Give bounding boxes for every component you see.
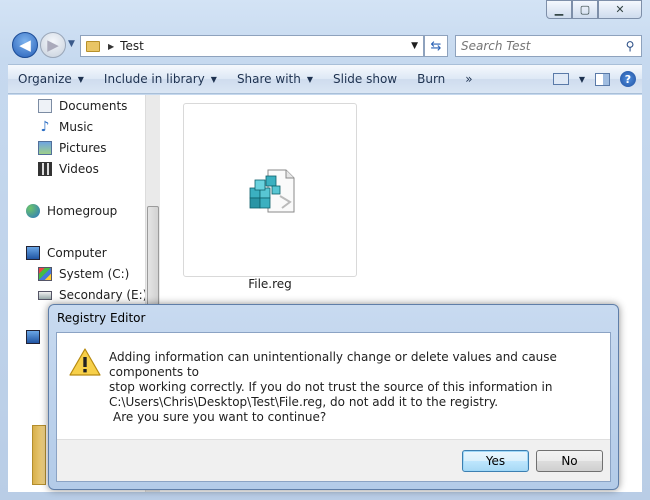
share-with-label: Share with xyxy=(236,72,301,86)
dialog-body: Adding information can unintentionally c… xyxy=(56,332,611,482)
organize-button[interactable]: Organize ▼ xyxy=(8,65,94,93)
dialog-title: Registry Editor xyxy=(57,311,146,325)
nav-item-network[interactable] xyxy=(26,327,47,347)
change-view-icon[interactable] xyxy=(552,73,569,85)
slide-show-label: Slide show xyxy=(333,72,398,86)
help-icon[interactable]: ? xyxy=(620,71,636,87)
search-box: ⚲ xyxy=(455,35,642,57)
command-bar: Organize ▼ Include in library ▼ Share with… xyxy=(8,64,642,94)
more-commands-button[interactable]: » xyxy=(455,65,482,93)
slide-show-button[interactable]: Slide show xyxy=(323,65,407,93)
preview-pane-icon[interactable] xyxy=(595,72,610,86)
folder-icon xyxy=(32,425,46,485)
search-icon[interactable]: ⚲ xyxy=(619,39,641,53)
forward-arrow-icon: ▶ xyxy=(47,36,59,54)
folder-icon xyxy=(86,40,100,52)
burn-button[interactable]: Burn xyxy=(407,65,455,93)
address-dropdown-icon[interactable]: ▼ xyxy=(411,41,418,51)
nav-item-label: System (C:) xyxy=(59,267,130,281)
window-caption-buttons: ▁ ▢ ✕ xyxy=(546,0,642,20)
nav-item-label: Computer xyxy=(47,246,107,260)
address-path[interactable]: Test xyxy=(120,39,144,53)
drive-icon xyxy=(38,290,52,300)
recent-pages-dropdown[interactable]: ▼ xyxy=(68,39,75,49)
nav-item-label: Homegroup xyxy=(47,204,118,218)
nav-item-videos[interactable]: Videos xyxy=(38,159,99,179)
close-button[interactable]: ✕ xyxy=(598,0,642,19)
nav-item-label: Pictures xyxy=(59,141,107,155)
nav-item-label: Documents xyxy=(59,99,128,113)
no-button[interactable]: No xyxy=(536,450,603,472)
refresh-button[interactable]: ⇆ xyxy=(424,35,448,57)
nav-item-secondary-drive[interactable]: Secondary (E:) xyxy=(38,285,147,305)
nav-item-documents[interactable]: Documents xyxy=(38,96,127,116)
warning-icon xyxy=(69,348,101,376)
windows-drive-icon xyxy=(38,267,52,281)
organize-label: Organize xyxy=(18,72,72,86)
nav-item-pictures[interactable]: Pictures xyxy=(38,138,107,158)
include-in-library-button[interactable]: Include in library ▼ xyxy=(94,65,227,93)
homegroup-icon xyxy=(26,204,40,218)
nav-item-label: Music xyxy=(59,120,94,134)
search-input[interactable] xyxy=(461,39,619,53)
back-arrow-icon: ◀ xyxy=(19,36,31,54)
warning-message-line: C:\Users\Chris\Desktop\Test\File.reg, do… xyxy=(109,395,499,409)
computer-icon xyxy=(26,246,40,260)
scrollbar-thumb[interactable] xyxy=(147,206,159,306)
nav-item-system-drive[interactable]: System (C:) xyxy=(38,264,129,284)
warning-message: Adding information can unintentionally c… xyxy=(109,350,579,410)
forward-button[interactable]: ▶ xyxy=(40,32,66,58)
documents-icon xyxy=(38,99,52,113)
network-icon xyxy=(26,330,40,344)
confirm-question: Are you sure you want to continue? xyxy=(113,410,327,424)
file-name-label[interactable]: File.reg xyxy=(183,277,357,291)
view-options-dropdown-icon[interactable]: ▼ xyxy=(579,75,585,84)
dialog-button-strip: Yes No xyxy=(57,439,610,481)
address-bar[interactable]: ▶ Test ▼ xyxy=(80,35,424,57)
breadcrumb-arrow-icon[interactable]: ▶ xyxy=(108,42,114,51)
nav-item-label: Secondary (E:) xyxy=(59,288,148,302)
chevron-down-icon: ▼ xyxy=(210,74,217,84)
refresh-icon: ⇆ xyxy=(430,38,442,54)
pictures-icon xyxy=(38,141,52,155)
music-icon: ♪ xyxy=(40,119,50,135)
maximize-button[interactable]: ▢ xyxy=(572,0,598,19)
include-in-library-label: Include in library xyxy=(103,72,205,86)
registry-editor-dialog: Registry Editor Adding information can u… xyxy=(48,304,619,490)
file-tile[interactable] xyxy=(183,103,357,277)
registry-file-icon xyxy=(249,169,295,213)
minimize-button[interactable]: ▁ xyxy=(546,0,572,19)
nav-item-music[interactable]: ♪ Music xyxy=(38,117,94,137)
address-row: ◀ ▶ ▼ ▶ Test ▼ ⇆ ⚲ xyxy=(8,30,642,60)
warning-message-line: Adding information can unintentionally c… xyxy=(109,350,557,379)
nav-item-label: Videos xyxy=(59,162,99,176)
videos-icon xyxy=(38,162,52,176)
yes-button[interactable]: Yes xyxy=(462,450,529,472)
chevron-down-icon: ▼ xyxy=(77,74,84,84)
nav-item-homegroup[interactable]: Homegroup xyxy=(26,201,117,221)
nav-item-computer[interactable]: Computer xyxy=(26,243,107,263)
chevron-down-icon: ▼ xyxy=(306,74,313,84)
share-with-button[interactable]: Share with ▼ xyxy=(227,65,323,93)
back-button[interactable]: ◀ xyxy=(12,32,38,58)
burn-label: Burn xyxy=(417,72,446,86)
more-commands-label: » xyxy=(465,72,473,86)
warning-message-line: stop working correctly. If you do not tr… xyxy=(109,380,553,394)
